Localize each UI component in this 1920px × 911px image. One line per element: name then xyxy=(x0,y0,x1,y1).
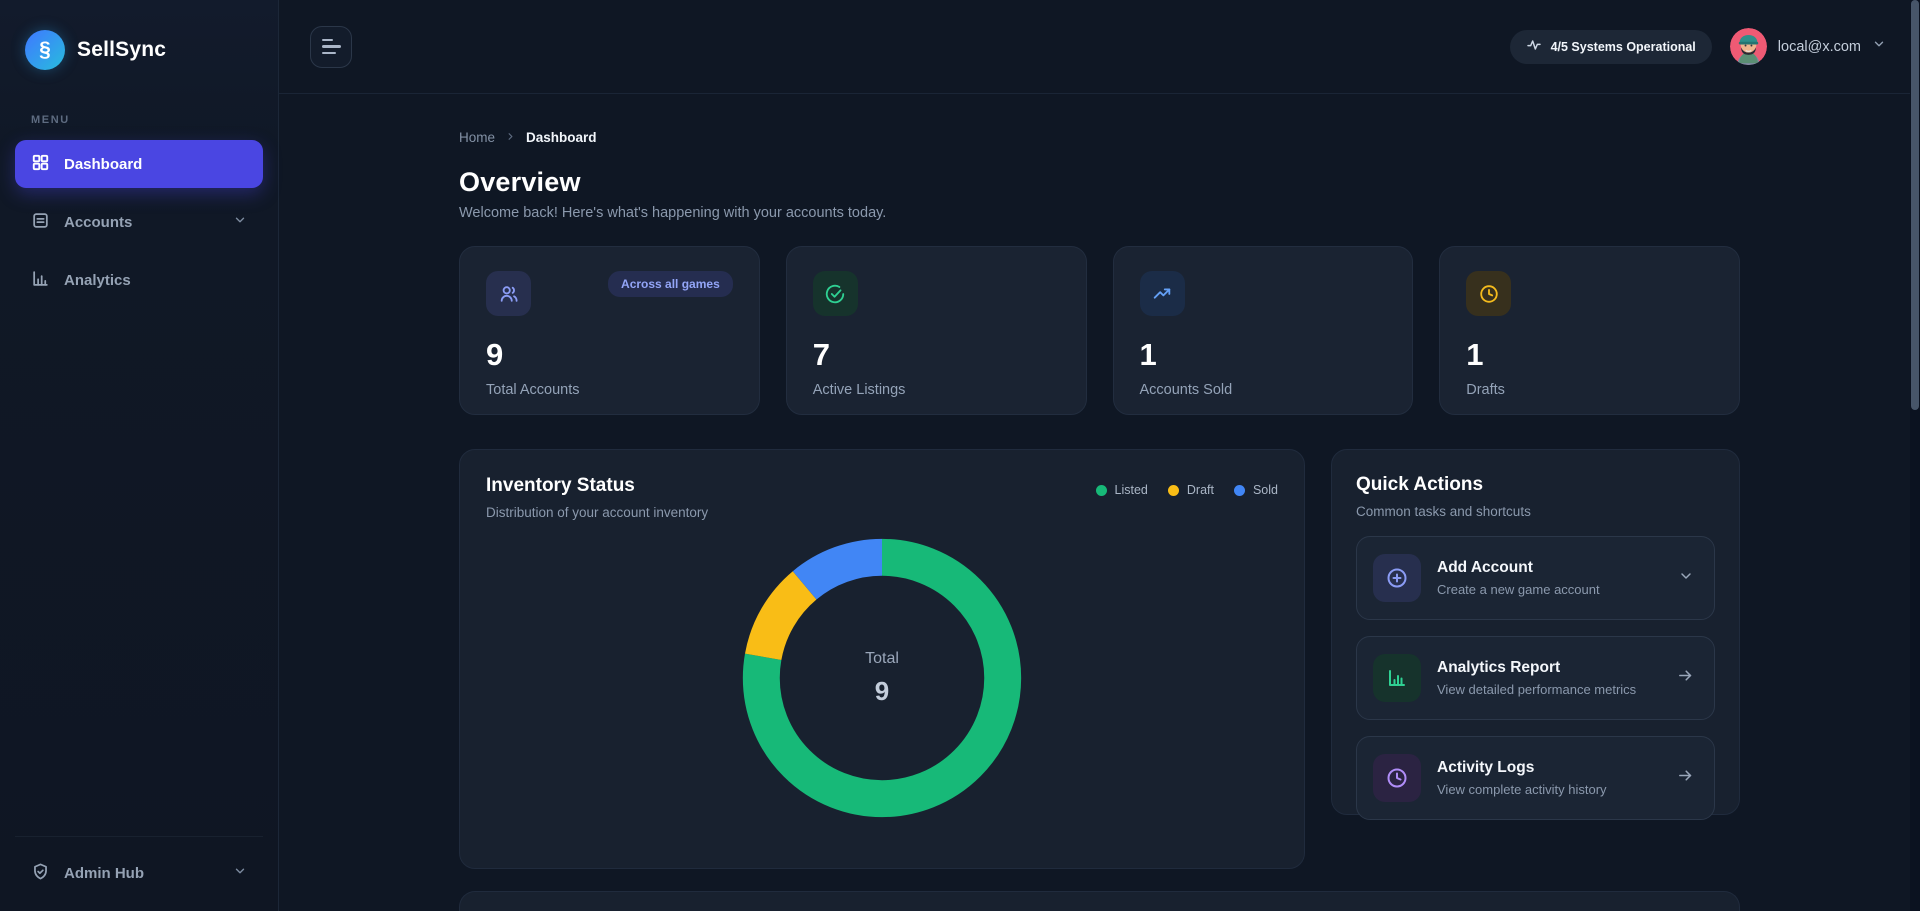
sidebar-item-admin-hub[interactable]: Admin Hub xyxy=(15,849,263,897)
user-menu[interactable]: local@x.com xyxy=(1730,28,1886,65)
sidebar: § SellSync MENU Dashboard Accounts xyxy=(0,0,279,911)
inventory-title: Inventory Status xyxy=(486,475,708,497)
plus-circle-icon xyxy=(1373,554,1421,602)
sidebar-item-accounts[interactable]: Accounts xyxy=(15,198,263,246)
menu-section-label: MENU xyxy=(31,114,263,126)
inventory-donut-chart: Total 9 xyxy=(740,536,1024,820)
status-badge-label: 4/5 Systems Operational xyxy=(1551,40,1696,54)
chevron-down-icon xyxy=(1678,568,1694,589)
sidebar-item-label: Dashboard xyxy=(64,156,142,173)
stat-card-accounts-sold: 1 Accounts Sold xyxy=(1113,246,1414,415)
page-title: Overview xyxy=(459,167,1740,198)
stat-label: Active Listings xyxy=(813,382,1060,398)
bar-chart-icon xyxy=(31,269,50,292)
stat-label: Accounts Sold xyxy=(1140,382,1387,398)
topbar: 4/5 Systems Operational xyxy=(279,0,1920,94)
sidebar-item-label: Admin Hub xyxy=(64,865,144,882)
arrow-right-icon xyxy=(1677,767,1694,789)
scrollbar-thumb[interactable] xyxy=(1911,0,1919,410)
app-logo-icon: § xyxy=(25,30,65,70)
content: Home Dashboard Overview Welcome back! He… xyxy=(279,94,1920,911)
action-subtitle: View complete activity history xyxy=(1437,782,1607,797)
legend-label: Sold xyxy=(1253,483,1278,497)
legend-label: Draft xyxy=(1187,483,1214,497)
breadcrumb-home[interactable]: Home xyxy=(459,130,495,145)
stat-value: 1 xyxy=(1466,337,1713,373)
legend-dot-sold xyxy=(1234,485,1245,496)
stat-value: 9 xyxy=(486,337,733,373)
action-title: Analytics Report xyxy=(1437,659,1636,677)
breadcrumb-current: Dashboard xyxy=(526,130,597,145)
stat-card-drafts: 1 Drafts xyxy=(1439,246,1740,415)
sidebar-item-analytics[interactable]: Analytics xyxy=(15,256,263,304)
action-subtitle: Create a new game account xyxy=(1437,582,1600,597)
stat-card-active-listings: 7 Active Listings xyxy=(786,246,1087,415)
scrollbar-track[interactable] xyxy=(1910,0,1920,911)
stat-value: 1 xyxy=(1140,337,1387,373)
action-analytics-report[interactable]: Analytics Report View detailed performan… xyxy=(1356,636,1715,720)
sidebar-item-label: Accounts xyxy=(64,214,132,231)
inventory-subtitle: Distribution of your account inventory xyxy=(486,505,708,520)
chevron-down-icon xyxy=(233,213,247,231)
systems-status-badge[interactable]: 4/5 Systems Operational xyxy=(1510,30,1712,64)
activity-pulse-icon xyxy=(1526,37,1542,56)
legend-dot-listed xyxy=(1096,485,1107,496)
legend-item-draft: Draft xyxy=(1168,483,1214,497)
stat-value: 7 xyxy=(813,337,1060,373)
inventory-status-panel: Inventory Status Distribution of your ac… xyxy=(459,449,1305,869)
legend-label: Listed xyxy=(1115,483,1148,497)
app-name: SellSync xyxy=(77,38,166,62)
action-title: Activity Logs xyxy=(1437,759,1607,777)
trending-up-icon xyxy=(1140,271,1185,316)
quick-actions-panel: Quick Actions Common tasks and shortcuts… xyxy=(1331,449,1740,815)
chevron-right-icon xyxy=(505,131,516,145)
sidebar-footer: Admin Hub xyxy=(15,836,263,897)
clock-icon xyxy=(1373,754,1421,802)
avatar xyxy=(1730,28,1767,65)
users-icon xyxy=(486,271,531,316)
legend-dot-draft xyxy=(1168,485,1179,496)
app-logo[interactable]: § SellSync xyxy=(15,30,263,70)
breadcrumb: Home Dashboard xyxy=(459,130,1740,145)
stat-label: Drafts xyxy=(1466,382,1713,398)
sidebar-toggle-button[interactable] xyxy=(310,26,352,68)
chart-legend: Listed Draft Sold xyxy=(1096,483,1278,497)
action-title: Add Account xyxy=(1437,559,1600,577)
grid-icon xyxy=(31,153,50,176)
stat-badge: Across all games xyxy=(608,271,733,297)
action-add-account[interactable]: Add Account Create a new game account xyxy=(1356,536,1715,620)
bar-chart-icon xyxy=(1373,654,1421,702)
stat-card-total-accounts: Across all games 9 Total Accounts xyxy=(459,246,760,415)
chevron-down-icon xyxy=(233,864,247,882)
donut-svg xyxy=(740,536,1024,820)
list-box-icon xyxy=(31,211,50,234)
legend-item-listed: Listed xyxy=(1096,483,1148,497)
quick-actions-title: Quick Actions xyxy=(1356,474,1715,496)
shield-check-icon xyxy=(31,862,50,885)
quick-actions-subtitle: Common tasks and shortcuts xyxy=(1356,504,1715,519)
clock-icon xyxy=(1466,271,1511,316)
sidebar-item-label: Analytics xyxy=(64,272,131,289)
main-area: 4/5 Systems Operational xyxy=(279,0,1920,911)
check-circle-icon xyxy=(813,271,858,316)
action-activity-logs[interactable]: Activity Logs View complete activity his… xyxy=(1356,736,1715,820)
next-section-panel-partial xyxy=(459,891,1740,911)
legend-item-sold: Sold xyxy=(1234,483,1278,497)
arrow-right-icon xyxy=(1677,667,1694,689)
action-subtitle: View detailed performance metrics xyxy=(1437,682,1636,697)
sidebar-item-dashboard[interactable]: Dashboard xyxy=(15,140,263,188)
chevron-down-icon xyxy=(1872,37,1886,56)
user-email: local@x.com xyxy=(1778,39,1861,55)
stat-label: Total Accounts xyxy=(486,382,733,398)
stats-row: Across all games 9 Total Accounts 7 xyxy=(459,246,1740,415)
page-subtitle: Welcome back! Here's what's happening wi… xyxy=(459,205,1740,221)
